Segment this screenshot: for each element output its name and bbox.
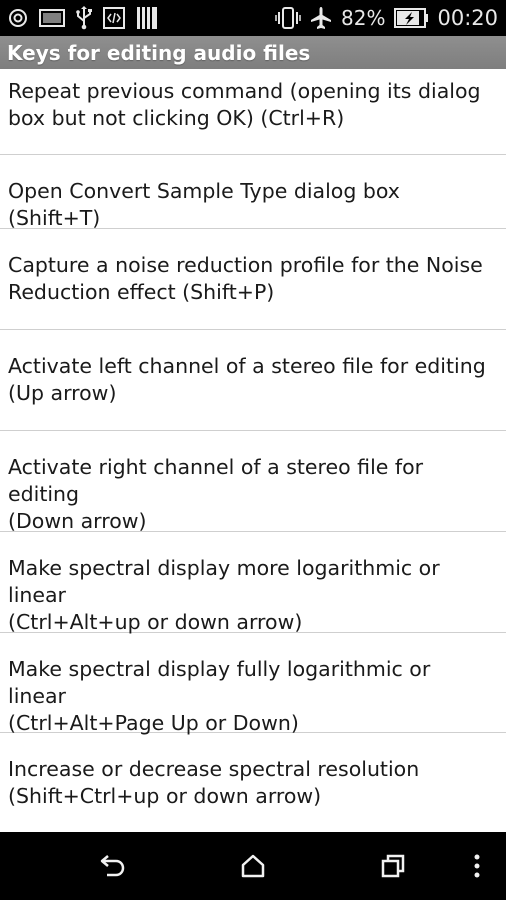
clock: 00:20 bbox=[437, 6, 498, 30]
list-item-line-1: Make spectral display fully logarithmic … bbox=[8, 657, 431, 708]
title-bar: Keys for editing audio files bbox=[0, 36, 506, 69]
recent-apps-button[interactable] bbox=[373, 846, 413, 886]
list-item-line-2: (Ctrl+Alt+up or down arrow) bbox=[8, 610, 303, 634]
system-icons: 82% 00:20 bbox=[275, 4, 498, 32]
battery-charging-icon bbox=[393, 7, 429, 29]
list-item[interactable]: Activate right channel of a stereo file … bbox=[0, 431, 506, 535]
list-item-text: Activate left channel of a stereo file f… bbox=[8, 353, 492, 407]
shortcut-list[interactable]: Repeat previous command (opening its dia… bbox=[0, 69, 506, 832]
page-title: Keys for editing audio files bbox=[7, 41, 311, 65]
list-item-line-2: box but not clicking OK) (Ctrl+R) bbox=[8, 106, 345, 130]
list-item-text: Make spectral display fully logarithmic … bbox=[8, 656, 492, 737]
back-icon bbox=[98, 853, 128, 879]
list-item-line-1: Increase or decrease spectral resolution bbox=[8, 757, 420, 781]
list-item[interactable]: Make spectral display more logarithmic o… bbox=[0, 532, 506, 636]
list-item-line-2: (Down arrow) bbox=[8, 509, 147, 533]
list-item-line-1: Activate right channel of a stereo file … bbox=[8, 455, 424, 506]
list-item-text: Increase or decrease spectral resolution… bbox=[8, 756, 492, 810]
list-item[interactable]: Increase or decrease spectral resolution… bbox=[0, 733, 506, 832]
back-button[interactable] bbox=[93, 846, 133, 886]
list-item[interactable]: Make spectral display fully logarithmic … bbox=[0, 633, 506, 735]
list-item-line-1: Open Convert Sample Type dialog box (Shi… bbox=[8, 179, 400, 230]
overflow-menu-icon bbox=[473, 853, 481, 879]
image-icon bbox=[39, 8, 65, 28]
list-item-line-1: Repeat previous command (opening its dia… bbox=[8, 79, 481, 103]
overflow-menu-button[interactable] bbox=[457, 846, 497, 886]
vibrate-icon bbox=[275, 6, 301, 30]
usb-icon bbox=[76, 6, 92, 30]
list-item-text: Open Convert Sample Type dialog box (Shi… bbox=[8, 178, 492, 232]
sd-card-icon bbox=[136, 6, 158, 30]
list-item[interactable]: Activate left channel of a stereo file f… bbox=[0, 330, 506, 431]
list-item-line-2: Reduction effect (Shift+P) bbox=[8, 280, 275, 304]
list-item-text: Make spectral display more logarithmic o… bbox=[8, 555, 492, 636]
code-icon bbox=[103, 7, 125, 29]
navigation-bar bbox=[0, 832, 506, 900]
list-item[interactable]: Capture a noise reduction profile for th… bbox=[0, 229, 506, 330]
list-item-text: Repeat previous command (opening its dia… bbox=[8, 78, 492, 132]
home-icon bbox=[240, 853, 266, 879]
notification-icons bbox=[8, 6, 158, 30]
list-item-line-1: Activate left channel of a stereo file f… bbox=[8, 354, 486, 378]
battery-percent: 82% bbox=[341, 6, 386, 30]
airplane-mode-icon bbox=[309, 6, 333, 30]
list-item-text: Activate right channel of a stereo file … bbox=[8, 454, 492, 535]
list-item[interactable]: Open Convert Sample Type dialog box (Shi… bbox=[0, 155, 506, 232]
list-item-line-2: (Up arrow) bbox=[8, 381, 117, 405]
recent-apps-icon bbox=[380, 853, 406, 879]
list-item-text: Capture a noise reduction profile for th… bbox=[8, 252, 492, 306]
compass-icon bbox=[8, 8, 28, 28]
list-item-line-1: Capture a noise reduction profile for th… bbox=[8, 253, 483, 277]
list-item[interactable]: Repeat previous command (opening its dia… bbox=[0, 69, 506, 155]
status-bar: 82% 00:20 bbox=[0, 0, 506, 36]
list-item-line-2: (Shift+Ctrl+up or down arrow) bbox=[8, 784, 322, 808]
list-item-line-1: Make spectral display more logarithmic o… bbox=[8, 556, 440, 607]
home-button[interactable] bbox=[233, 846, 273, 886]
